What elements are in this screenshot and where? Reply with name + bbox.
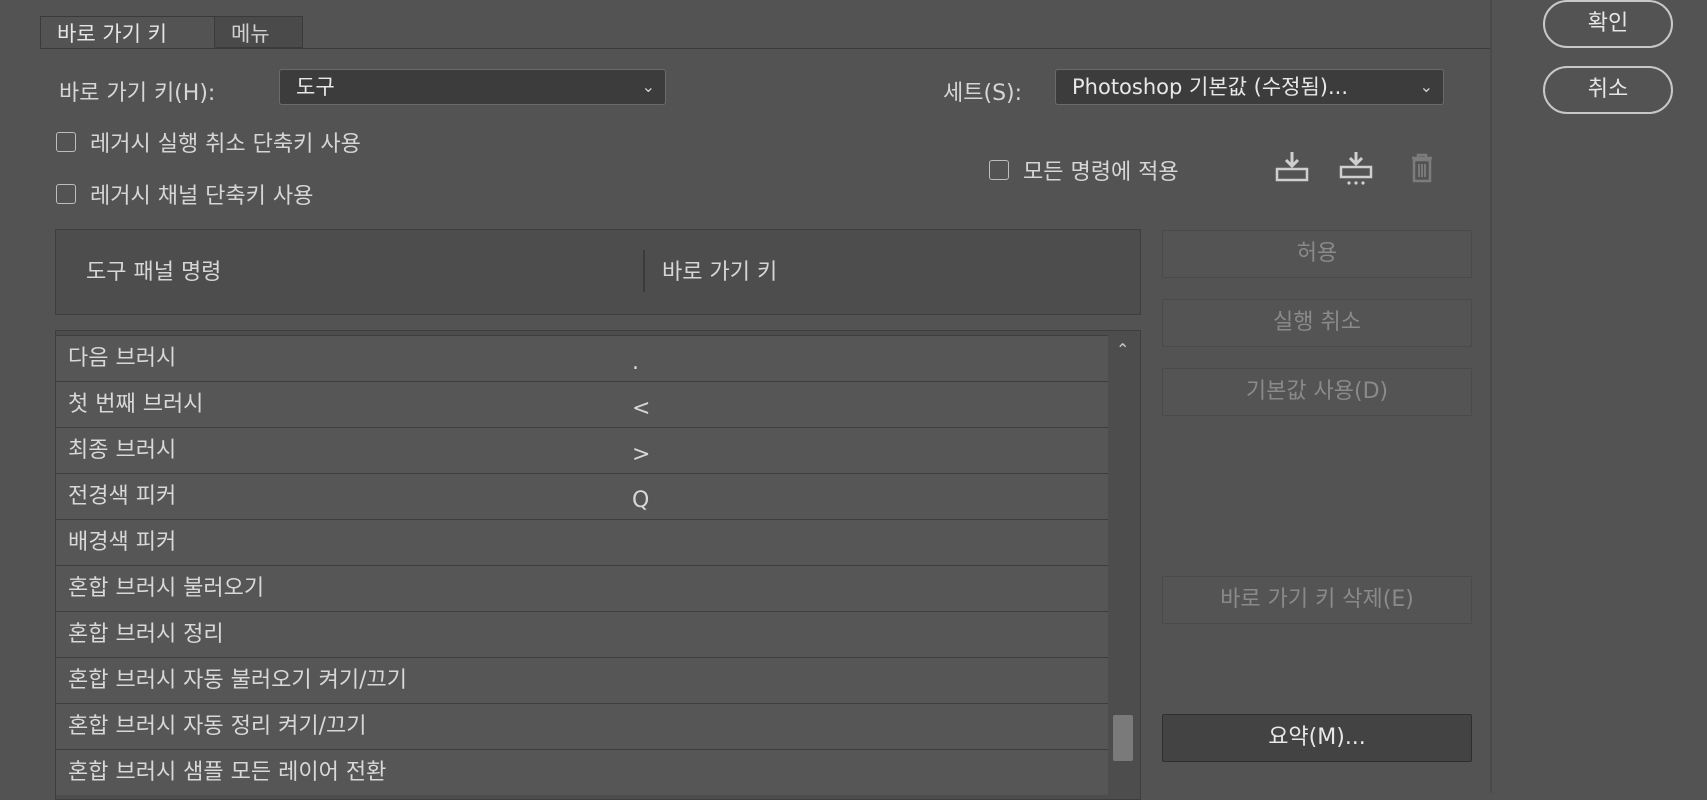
tab-strip: 바로 가기 키 메뉴 bbox=[40, 16, 1490, 49]
undo-button[interactable]: 실행 취소 bbox=[1162, 299, 1472, 347]
shortcuts-for-select[interactable]: 도구 ⌄ bbox=[279, 69, 666, 105]
shortcut-value: < bbox=[632, 396, 651, 421]
dialog-divider bbox=[1490, 0, 1492, 793]
legacy-undo-label: 레거시 실행 취소 단축키 사용 bbox=[90, 132, 361, 157]
table-row[interactable]: 최종 브러시 > bbox=[56, 427, 1108, 473]
use-default-button[interactable]: 기본값 사용(D) bbox=[1162, 368, 1472, 416]
table-row[interactable]: 혼합 브러시 샘플 모든 레이어 전환 bbox=[56, 749, 1108, 795]
column-header-command: 도구 패널 명령 bbox=[86, 260, 222, 285]
command-name: 혼합 브러시 자동 불러오기 켜기/끄기 bbox=[68, 668, 407, 693]
command-name: 전경색 피커 bbox=[68, 484, 177, 509]
shortcuts-for-label: 바로 가기 키(H): bbox=[59, 81, 216, 106]
save-set-copy-icon[interactable] bbox=[1338, 150, 1374, 186]
command-name: 혼합 브러시 정리 bbox=[68, 622, 224, 647]
legacy-undo-option[interactable]: 레거시 실행 취소 단축키 사용 bbox=[56, 126, 361, 158]
table-row[interactable]: 혼합 브러시 자동 정리 켜기/끄기 bbox=[56, 703, 1108, 749]
table-row[interactable]: 배경색 피커 bbox=[56, 519, 1108, 565]
table-row[interactable]: 혼합 브러시 불러오기 bbox=[56, 565, 1108, 611]
chevron-down-icon: ⌄ bbox=[641, 77, 655, 96]
command-name: 다음 브러시 bbox=[68, 346, 177, 371]
set-label: 세트(S): bbox=[943, 81, 1023, 106]
scrollbar-thumb[interactable] bbox=[1113, 715, 1133, 761]
table-row[interactable]: 전경색 피커 Q bbox=[56, 473, 1108, 519]
ok-button[interactable]: 확인 bbox=[1543, 0, 1673, 48]
chevron-down-icon: ⌄ bbox=[1419, 77, 1433, 96]
tab-shortcuts[interactable]: 바로 가기 키 bbox=[40, 16, 215, 48]
command-name: 첫 번째 브러시 bbox=[68, 392, 204, 417]
column-divider[interactable] bbox=[643, 250, 645, 292]
summarize-button[interactable]: 요약(M)... bbox=[1162, 714, 1472, 762]
cancel-button[interactable]: 취소 bbox=[1543, 66, 1673, 114]
shortcut-value: Q bbox=[632, 488, 650, 513]
legacy-channel-label: 레거시 채널 단축키 사용 bbox=[90, 184, 314, 209]
tab-menus[interactable]: 메뉴 bbox=[215, 16, 303, 48]
command-list: 다음 브러시 . 첫 번째 브러시 < 최종 브러시 > 전경색 피커 Q 배경… bbox=[55, 330, 1141, 800]
apply-all-checkbox[interactable] bbox=[989, 160, 1009, 180]
trash-icon[interactable] bbox=[1404, 150, 1440, 186]
chevron-up-icon[interactable]: ⌃ bbox=[1116, 340, 1129, 359]
legacy-channel-checkbox[interactable] bbox=[56, 184, 76, 204]
shortcuts-for-value: 도구 bbox=[296, 75, 335, 99]
column-header-shortcut: 바로 가기 키 bbox=[662, 260, 778, 285]
table-row[interactable]: 혼합 브러시 정리 bbox=[56, 611, 1108, 657]
set-select[interactable]: Photoshop 기본값 (수정됨)... ⌄ bbox=[1055, 69, 1444, 105]
table-row[interactable]: 다음 브러시 . bbox=[56, 335, 1108, 381]
command-name: 혼합 브러시 자동 정리 켜기/끄기 bbox=[68, 714, 367, 739]
table-row[interactable]: 첫 번째 브러시 < bbox=[56, 381, 1108, 427]
shortcut-value: > bbox=[632, 442, 651, 467]
delete-shortcut-button[interactable]: 바로 가기 키 삭제(E) bbox=[1162, 576, 1472, 624]
apply-all-option[interactable]: 모든 명령에 적용 bbox=[989, 154, 1179, 186]
accept-button[interactable]: 허용 bbox=[1162, 230, 1472, 278]
command-name: 최종 브러시 bbox=[68, 438, 177, 463]
set-value: Photoshop 기본값 (수정됨)... bbox=[1072, 75, 1349, 99]
legacy-channel-option[interactable]: 레거시 채널 단축키 사용 bbox=[56, 178, 313, 210]
command-name: 배경색 피커 bbox=[68, 530, 177, 555]
save-set-icon[interactable] bbox=[1274, 150, 1310, 186]
shortcut-value: . bbox=[632, 350, 639, 375]
legacy-undo-checkbox[interactable] bbox=[56, 132, 76, 152]
table-row[interactable]: 혼합 브러시 자동 불러오기 켜기/끄기 bbox=[56, 657, 1108, 703]
command-name: 혼합 브러시 불러오기 bbox=[68, 576, 265, 601]
command-name: 혼합 브러시 샘플 모든 레이어 전환 bbox=[68, 760, 387, 785]
list-scrollbar[interactable]: ⌃ bbox=[1108, 340, 1136, 800]
apply-all-label: 모든 명령에 적용 bbox=[1023, 160, 1179, 185]
